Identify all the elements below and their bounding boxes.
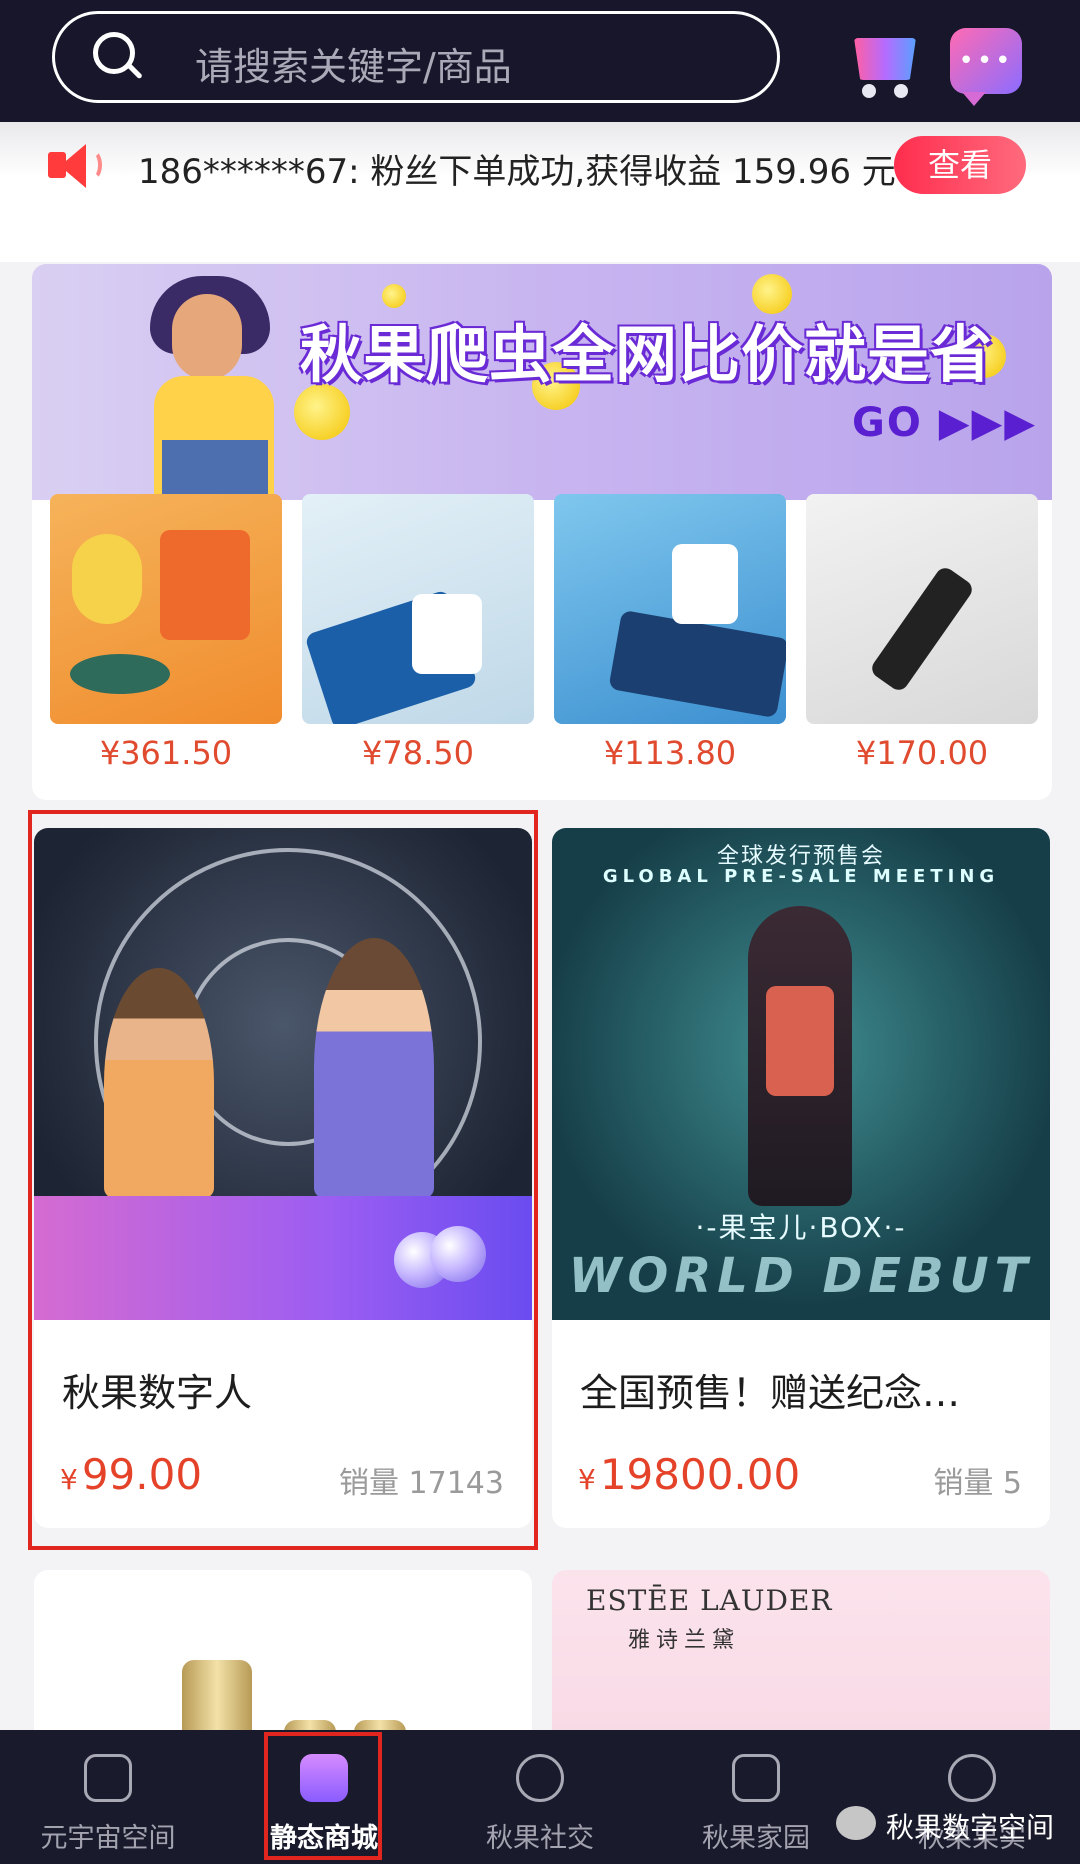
image-box-title: ·-果宝儿·BOX·-: [695, 1211, 907, 1244]
speaker-icon: [48, 144, 102, 188]
selection-highlight: [264, 1732, 382, 1860]
tab-label: 秋果社交: [486, 1823, 594, 1854]
mini-product-price: ¥113.80: [603, 734, 737, 772]
product-name: 全国预售！赠送纪念…: [580, 1371, 961, 1415]
tab-metaverse[interactable]: 元宇宙空间: [0, 1730, 216, 1864]
social-icon: [516, 1754, 564, 1802]
mini-product-price: ¥361.50: [99, 734, 233, 772]
product-image: 全球发行预售会 GLOBAL PRE-SALE MEETING ·-果宝儿·BO…: [552, 828, 1050, 1320]
mini-product-row: ¥361.50 ¥78.50 ¥113.80 ¥170.00: [50, 494, 1040, 784]
tab-social[interactable]: 秋果社交: [432, 1730, 648, 1864]
message-dots: •••: [958, 46, 1014, 76]
brand-logo-cn: 雅诗兰黛: [628, 1628, 741, 1653]
tab-label: 元宇宙空间: [40, 1823, 176, 1854]
cart-icon[interactable]: [848, 30, 918, 98]
cart-wheel: [862, 84, 876, 98]
product-card[interactable]: 全球发行预售会 GLOBAL PRE-SALE MEETING ·-果宝儿·BO…: [552, 828, 1050, 1528]
view-button[interactable]: 查看: [894, 136, 1026, 194]
image-debut-text: WORLD DEBUT: [568, 1248, 1034, 1304]
cart-basket: [854, 38, 916, 80]
wechat-icon: [836, 1806, 876, 1840]
tab-home[interactable]: 秋果家园: [648, 1730, 864, 1864]
brand-logo: ESTĒE LAUDER: [586, 1584, 833, 1617]
product-image: [806, 494, 1038, 724]
mini-product[interactable]: ¥113.80: [554, 494, 786, 784]
tab-label: 秋果家园: [702, 1823, 810, 1854]
image-headline-en: GLOBAL PRE-SALE MEETING: [602, 866, 1000, 887]
cube-icon: [84, 1754, 132, 1802]
product-image: [50, 494, 282, 724]
search-placeholder: 请搜索关键字/商品: [195, 45, 512, 89]
price-compare-card: 秋果爬虫全网比价就是省 GO ▶▶▶ ¥361.50 ¥78.50 ¥113.8…: [32, 264, 1052, 800]
blind-box-capsule: [748, 906, 852, 1206]
home-icon: [732, 1754, 780, 1802]
price-compare-banner[interactable]: 秋果爬虫全网比价就是省 GO ▶▶▶: [32, 264, 1052, 500]
selection-highlight: [28, 810, 538, 1550]
mini-product-price: ¥78.50: [362, 734, 474, 772]
cart-wheel: [894, 84, 908, 98]
top-bar: 请搜索关键字/商品 •••: [0, 0, 1080, 122]
notice-text: 186******67: 粉丝下单成功,获得收益 159.96 元: [138, 152, 896, 192]
message-icon[interactable]: •••: [950, 28, 1022, 106]
mini-product[interactable]: ¥170.00: [806, 494, 1038, 784]
product-image: [554, 494, 786, 724]
search-bar[interactable]: 请搜索关键字/商品: [52, 11, 780, 103]
product-image: [302, 494, 534, 724]
banner-slogan: 秋果爬虫全网比价就是省: [300, 318, 994, 391]
product-sales: 销量 5: [933, 1466, 1022, 1501]
banner-go-button[interactable]: GO ▶▶▶: [852, 400, 1037, 446]
profile-icon: [948, 1754, 996, 1802]
product-price: ¥19800.00: [578, 1450, 801, 1499]
mini-product[interactable]: ¥361.50: [50, 494, 282, 784]
earnings-notice: 186******67: 粉丝下单成功,获得收益 159.96 元 查看: [0, 122, 1080, 262]
search-icon: [93, 32, 135, 74]
mini-product[interactable]: ¥78.50: [302, 494, 534, 784]
mini-product-price: ¥170.00: [855, 734, 989, 772]
